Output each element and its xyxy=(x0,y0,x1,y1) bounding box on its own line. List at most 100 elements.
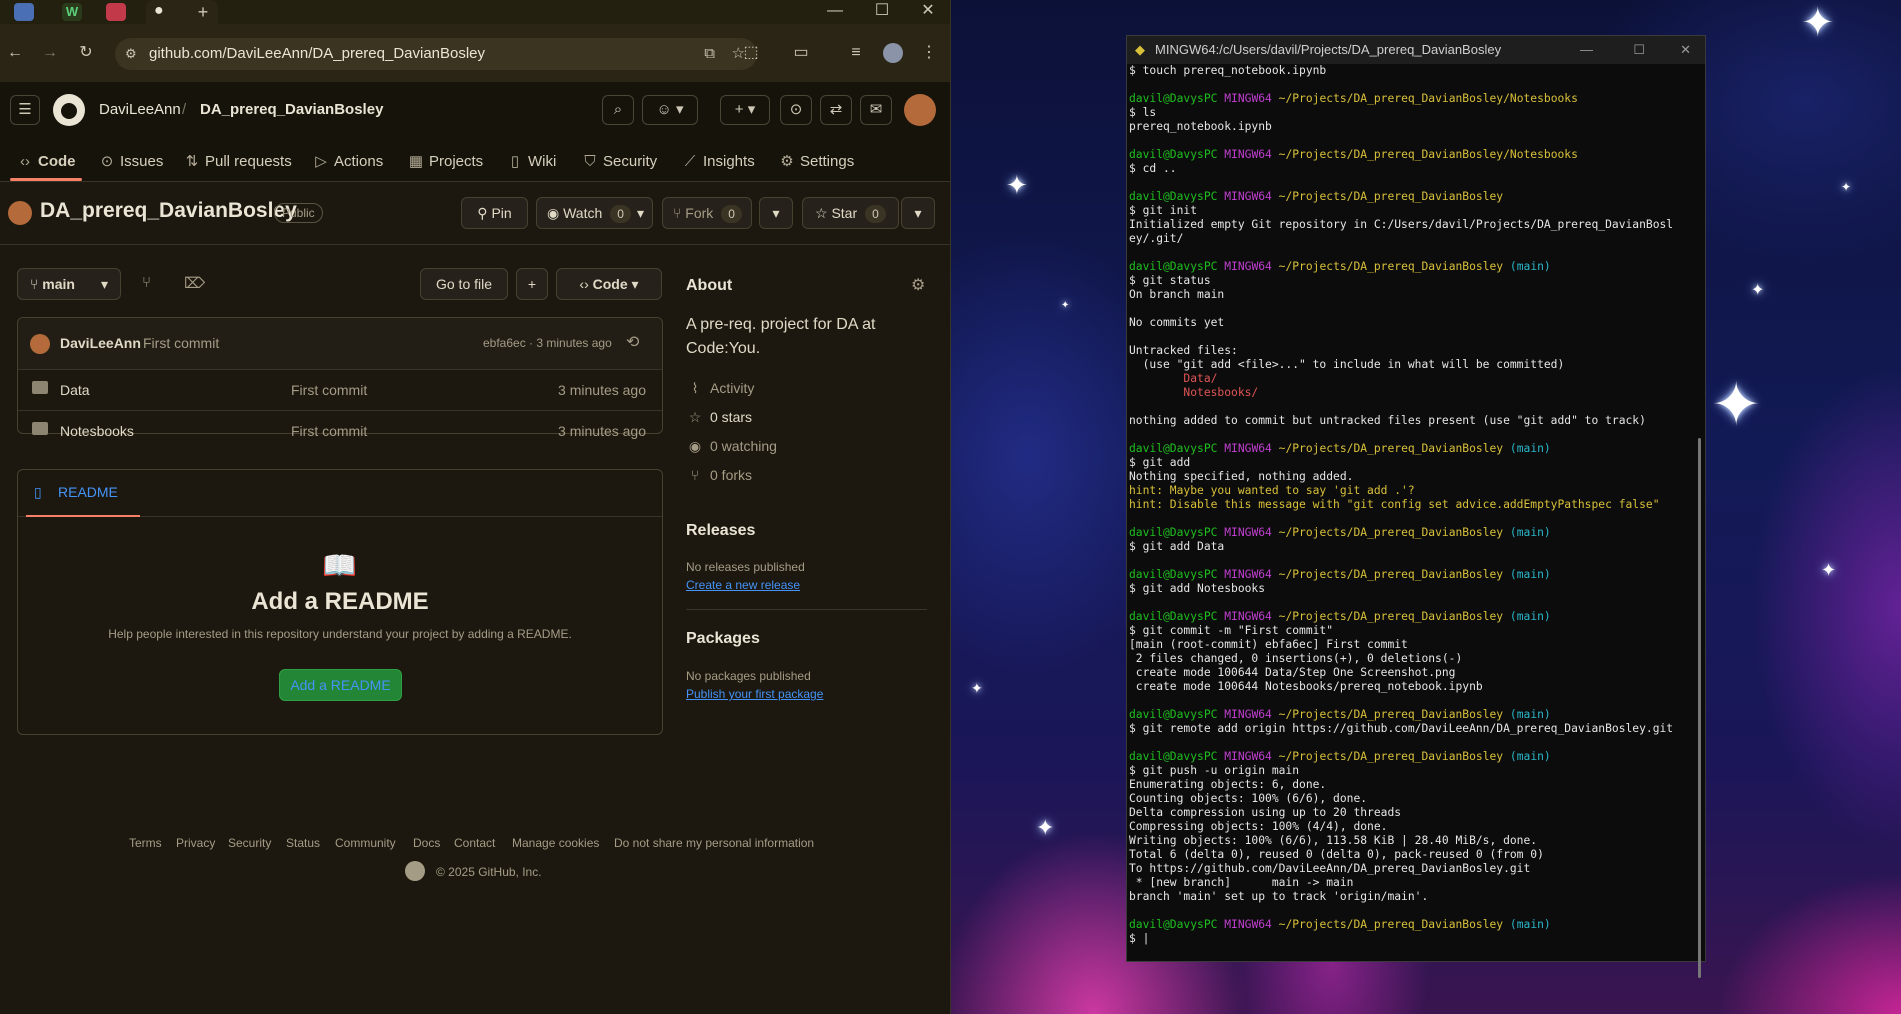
tab-security[interactable]: ⛉ Security xyxy=(581,148,657,176)
terminal-scrollbar[interactable] xyxy=(1698,438,1701,978)
terminal-line: ey/.git/ xyxy=(1129,232,1184,245)
new-tab-button[interactable]: + xyxy=(192,2,214,22)
readme-tab[interactable]: ▯ README xyxy=(26,470,140,517)
footer-link-manage-cookies[interactable]: Manage cookies xyxy=(512,836,599,850)
minimize-button[interactable]: — xyxy=(824,1,846,21)
pin-button[interactable]: ⚲ Pin xyxy=(461,197,528,229)
footer-copyright: © 2025 GitHub, Inc. xyxy=(436,865,542,879)
extensions-icon[interactable]: ⬚ xyxy=(740,43,762,63)
profile-avatar[interactable] xyxy=(883,43,903,63)
reading-list-icon[interactable]: ≡ xyxy=(845,43,867,63)
branches-icon[interactable]: ⑂ xyxy=(142,274,151,291)
forks-link[interactable]: ⑂ 0 forks xyxy=(686,465,752,485)
tab-code[interactable]: ‹› Code xyxy=(16,148,76,176)
create-release-link[interactable]: Create a new release xyxy=(686,578,800,592)
copilot-icon[interactable]: ☺ ▾ xyxy=(642,95,698,125)
divider xyxy=(0,244,950,245)
close-button[interactable]: ✕ xyxy=(917,1,939,21)
footer-link-security[interactable]: Security xyxy=(228,836,271,850)
tab-actions[interactable]: ▷ Actions xyxy=(312,148,383,176)
tag-icon[interactable]: ⌦ xyxy=(184,274,205,292)
commit-hash-time[interactable]: ebfa6ec · 3 minutes ago xyxy=(483,336,612,350)
inbox-icon[interactable]: ✉ xyxy=(860,95,892,125)
repo-owner-link[interactable]: DaviLeeAnn xyxy=(99,101,181,118)
branch-selector[interactable]: ⑂ main ▾ xyxy=(17,268,121,300)
tab-issues[interactable]: ⊙ Issues xyxy=(98,148,164,176)
code-dropdown-button[interactable]: ‹› Code ▾ xyxy=(556,268,662,300)
github-footer-logo-icon[interactable] xyxy=(405,861,425,881)
stars-link[interactable]: ☆ 0 stars xyxy=(686,407,752,427)
pull-requests-icon[interactable]: ⇄ xyxy=(820,95,852,125)
tab-pull-requests[interactable]: ⇅ Pull requests xyxy=(183,148,292,176)
issues-icon[interactable]: ⊙ xyxy=(780,95,812,125)
breadcrumb-separator: / xyxy=(182,101,187,118)
tab-projects[interactable]: ▦ Projects xyxy=(407,148,483,176)
add-file-button[interactable]: + xyxy=(516,268,548,300)
footer-link-do-not-share[interactable]: Do not share my personal information xyxy=(614,836,814,850)
maximize-button[interactable]: ☐ xyxy=(871,1,893,21)
prompt-user: davil@DavysPC xyxy=(1129,442,1218,455)
footer-link-status[interactable]: Status xyxy=(286,836,320,850)
table-row[interactable]: Data First commit 3 minutes ago xyxy=(18,369,662,410)
fork-dropdown-button[interactable]: ▾ xyxy=(759,197,793,229)
table-row[interactable]: Notesbooks First commit 3 minutes ago xyxy=(18,410,662,439)
watch-button[interactable]: ◉ Watch 0 ▾ xyxy=(536,197,653,229)
file-name-link[interactable]: Data xyxy=(60,382,90,398)
terminal-line: $ git add Notesbooks xyxy=(1129,582,1266,595)
repo-title[interactable]: DA_prereq_DavianBosley xyxy=(40,199,297,223)
tab-settings[interactable]: ⚙ Settings xyxy=(778,148,854,176)
footer-link-terms[interactable]: Terms xyxy=(129,836,162,850)
menu-icon[interactable]: ⋮ xyxy=(918,43,940,63)
url-bar[interactable]: ⚙ github.com/DaviLeeAnn/DA_prereq_Davian… xyxy=(115,38,757,70)
url-text: github.com/DaviLeeAnn/DA_prereq_DavianBo… xyxy=(149,45,486,62)
file-commit-message[interactable]: First commit xyxy=(291,423,367,439)
go-to-file-button[interactable]: Go to file xyxy=(420,268,508,300)
create-new-icon[interactable]: + ▾ xyxy=(720,95,770,125)
commit-author-link[interactable]: DaviLeeAnn xyxy=(60,335,141,351)
install-app-icon[interactable]: ⧉ xyxy=(704,38,715,70)
photos-tab-icon[interactable] xyxy=(14,3,34,21)
tab-wiki[interactable]: ▯ Wiki xyxy=(506,148,556,176)
fork-button[interactable]: ⑂ Fork 0 xyxy=(662,197,752,229)
webflow-tab-icon[interactable]: W xyxy=(62,3,82,21)
star-dropdown-button[interactable]: ▾ xyxy=(901,197,935,229)
file-name-link[interactable]: Notesbooks xyxy=(60,423,134,439)
commit-message-link[interactable]: First commit xyxy=(143,335,219,351)
releases-heading[interactable]: Releases xyxy=(686,522,755,540)
hamburger-menu-button[interactable]: ☰ xyxy=(10,95,40,125)
footer-link-contact[interactable]: Contact xyxy=(454,836,495,850)
forward-icon[interactable]: → xyxy=(39,43,61,63)
watching-link[interactable]: ◉ 0 watching xyxy=(686,436,777,456)
history-icon[interactable]: ⟲ xyxy=(626,332,639,352)
media-icon[interactable]: ▭ xyxy=(790,43,812,63)
github-logo-icon[interactable] xyxy=(53,94,85,126)
maximize-button[interactable]: ☐ xyxy=(1633,36,1645,64)
site-info-icon[interactable]: ⚙ xyxy=(125,38,137,70)
activity-link[interactable]: ⌇ Activity xyxy=(686,378,755,398)
add-readme-button[interactable]: Add a README xyxy=(279,669,402,701)
footer-link-privacy[interactable]: Privacy xyxy=(176,836,215,850)
minimize-button[interactable]: — xyxy=(1580,36,1593,64)
user-avatar[interactable] xyxy=(904,94,936,126)
packages-heading[interactable]: Packages xyxy=(686,630,760,648)
reload-icon[interactable]: ↻ xyxy=(75,43,97,63)
gear-icon[interactable]: ⚙ xyxy=(911,275,925,295)
app-tab-icon[interactable] xyxy=(106,3,126,21)
file-list: DaviLeeAnn First commit ebfa6ec · 3 minu… xyxy=(17,317,663,439)
publish-package-link[interactable]: Publish your first package xyxy=(686,687,823,701)
file-commit-message[interactable]: First commit xyxy=(291,382,367,398)
search-icon[interactable]: ⌕ xyxy=(602,95,634,125)
terminal-window[interactable]: ◆ MINGW64:/c/Users/davil/Projects/DA_pre… xyxy=(1126,35,1706,978)
terminal-output[interactable]: $ touch prereq_notebook.ipynb davil@Davys… xyxy=(1127,64,1697,962)
prompt-host: MINGW64 xyxy=(1224,92,1272,105)
tab-insights[interactable]: ⟋ Insights xyxy=(681,148,755,176)
repo-name-link[interactable]: DA_prereq_DavianBosley xyxy=(200,101,383,118)
prompt-branch: (main) xyxy=(1509,568,1551,581)
footer-link-docs[interactable]: Docs xyxy=(413,836,440,850)
back-icon[interactable]: ← xyxy=(4,43,26,63)
star-button[interactable]: ☆ Star 0 xyxy=(802,197,899,229)
footer-link-community[interactable]: Community xyxy=(335,836,396,850)
close-button[interactable]: ✕ xyxy=(1680,36,1691,64)
